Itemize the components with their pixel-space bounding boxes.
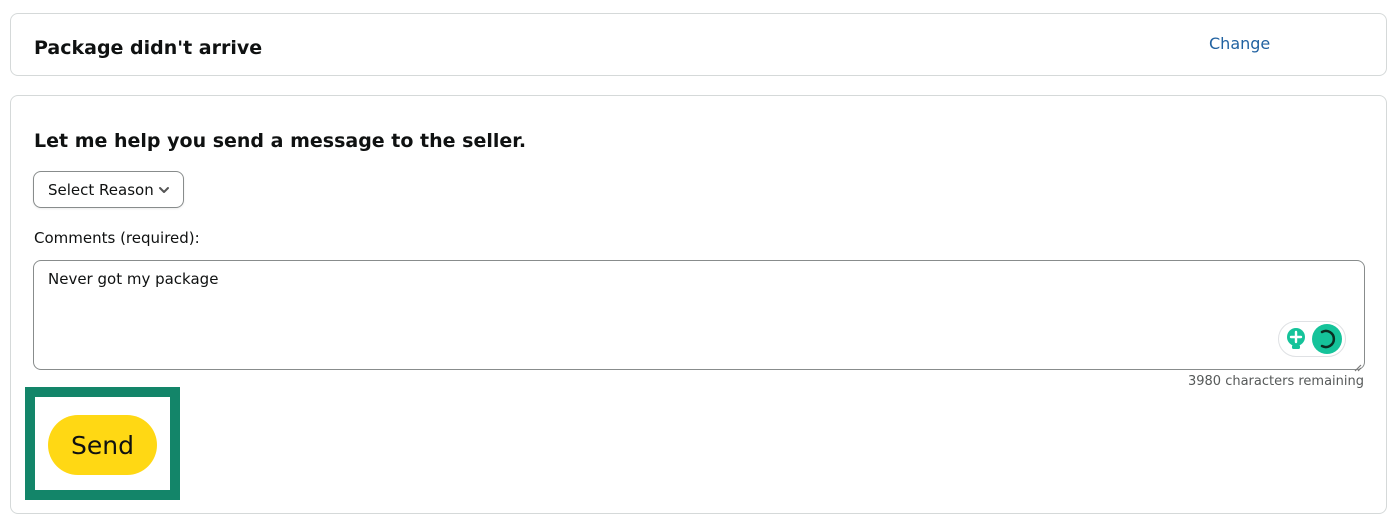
send-button[interactable]: Send (48, 415, 157, 475)
comments-label: Comments (required): (34, 229, 200, 247)
change-link[interactable]: Change (1209, 34, 1270, 53)
resize-handle-icon[interactable] (1352, 357, 1362, 372)
problem-title: Package didn't arrive (34, 37, 263, 59)
lightbulb-icon[interactable] (1285, 327, 1307, 351)
comments-text: Never got my package (48, 270, 219, 288)
comments-textarea[interactable]: Never got my package (33, 260, 1365, 372)
message-heading: Let me help you send a message to the se… (34, 130, 527, 152)
reason-select[interactable]: Select Reason (33, 171, 184, 208)
reason-select-value: Select Reason (48, 180, 154, 199)
characters-remaining: 3980 characters remaining (1187, 374, 1364, 389)
problem-card: Package didn't arrive Change (10, 13, 1387, 76)
grammarly-widget[interactable] (1278, 321, 1346, 357)
message-card: Let me help you send a message to the se… (10, 95, 1387, 514)
grammarly-logo-icon[interactable] (1311, 323, 1343, 355)
chevron-down-icon (158, 184, 170, 196)
